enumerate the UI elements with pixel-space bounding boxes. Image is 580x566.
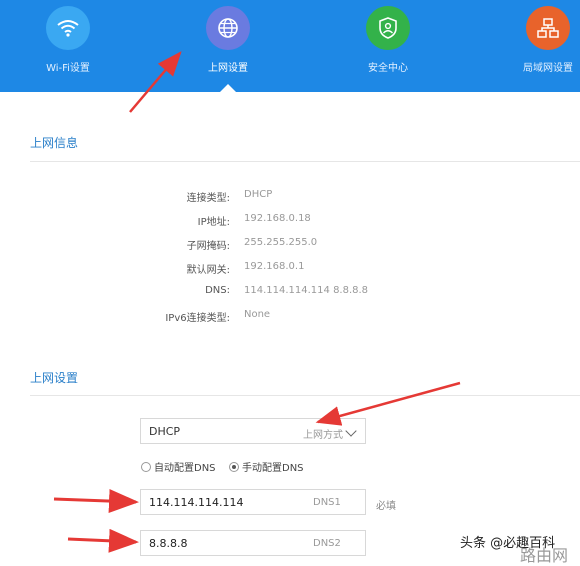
arrow-to-connection-mode — [315, 381, 461, 426]
arrow-to-dns2 — [67, 528, 139, 553]
arrow-to-dns1 — [53, 489, 139, 514]
watermark-site: 路由网 — [520, 546, 569, 565]
arrow-to-internet-settings — [129, 51, 182, 113]
annotation-arrows — [53, 51, 461, 553]
